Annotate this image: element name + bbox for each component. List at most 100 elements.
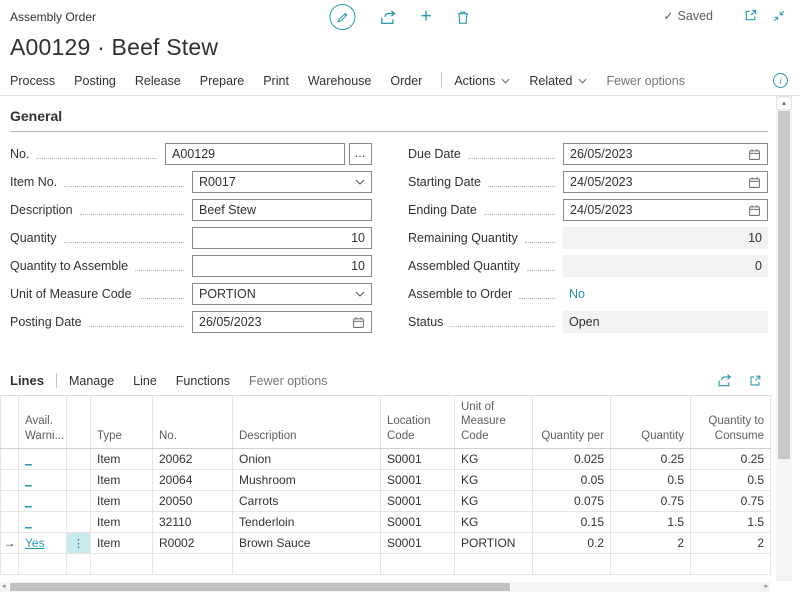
horizontal-scrollbar[interactable]: ◂ ▸ [0,582,770,592]
header-type[interactable]: Type [91,396,153,449]
row-menu-cell[interactable] [67,554,91,575]
no-cell[interactable]: 20050 [153,491,233,512]
no-cell[interactable]: 32110 [153,512,233,533]
quantity-per-cell[interactable] [533,554,611,575]
lines-share-button[interactable] [717,373,732,388]
chevron-down-icon[interactable] [355,291,365,297]
chevron-down-icon[interactable] [355,179,365,185]
lines-menu-line[interactable]: Line [133,374,157,388]
quantity-to-consume-cell[interactable]: 0.75 [691,491,771,512]
header-quantity[interactable]: Quantity [611,396,691,449]
info-icon[interactable]: i [773,73,788,88]
no-cell[interactable] [153,554,233,575]
menu-item-print[interactable]: Print [263,74,289,88]
related-dropdown[interactable]: Related [529,74,587,88]
quantity-cell[interactable]: 0.25 [611,449,691,470]
assemble-to-order-link[interactable]: No [569,287,585,301]
menu-item-order[interactable]: Order [390,74,422,88]
calendar-icon[interactable] [748,204,761,217]
type-cell[interactable]: Item [91,512,153,533]
share-button[interactable] [379,9,396,26]
quantity-to-assemble-input[interactable] [199,259,365,273]
lines-open-in-window-button[interactable] [748,373,762,388]
posting-date-input[interactable] [199,315,352,329]
no-input[interactable] [172,147,338,161]
row-menu-cell[interactable] [67,512,91,533]
type-cell[interactable] [91,554,153,575]
avail-warning-cell[interactable]: _ [19,491,67,512]
quantity-to-consume-cell[interactable]: 0.5 [691,470,771,491]
lines-fewer-options-button[interactable]: Fewer options [249,374,328,388]
quantity-cell[interactable]: 2 [611,533,691,554]
calendar-icon[interactable] [748,148,761,161]
description-cell[interactable]: Mushroom [233,470,381,491]
calendar-icon[interactable] [748,176,761,189]
starting-date-input[interactable] [570,175,748,189]
horizontal-scrollbar-thumb[interactable] [10,583,510,591]
row-menu-cell[interactable] [67,491,91,512]
location-code-cell[interactable]: S0001 [381,491,455,512]
menu-item-process[interactable]: Process [10,74,55,88]
header-no[interactable]: No. [153,396,233,449]
delete-button[interactable] [456,10,471,25]
quantity-per-cell[interactable]: 0.05 [533,470,611,491]
header-unit-of-measure-code[interactable]: Unit of Measure Code [455,396,533,449]
quantity-cell[interactable]: 0.75 [611,491,691,512]
quantity-to-consume-cell[interactable]: 1.5 [691,512,771,533]
uom-cell[interactable]: KG [455,491,533,512]
quantity-to-consume-cell[interactable] [691,554,771,575]
minimize-page-button[interactable] [772,9,786,23]
menu-item-prepare[interactable]: Prepare [200,74,244,88]
type-cell[interactable]: Item [91,491,153,512]
quantity-to-consume-cell[interactable]: 0.25 [691,449,771,470]
open-in-window-button[interactable] [743,8,758,23]
row-menu-cell[interactable]: ⋮ [67,533,91,554]
quantity-per-cell[interactable]: 0.075 [533,491,611,512]
fewer-options-button[interactable]: Fewer options [606,74,685,88]
description-cell[interactable]: Carrots [233,491,381,512]
header-avail-warning[interactable]: Avail. Warni... [19,396,67,449]
location-code-cell[interactable] [381,554,455,575]
avail-warning-cell[interactable]: _ [19,512,67,533]
avail-warning-cell[interactable] [19,554,67,575]
type-cell[interactable]: Item [91,533,153,554]
uom-cell[interactable]: KG [455,449,533,470]
description-cell[interactable]: Tenderloin [233,512,381,533]
description-cell[interactable] [233,554,381,575]
menu-item-warehouse[interactable]: Warehouse [308,74,371,88]
location-code-cell[interactable]: S0001 [381,512,455,533]
unit-of-measure-input[interactable] [199,287,355,301]
description-cell[interactable]: Onion [233,449,381,470]
description-input[interactable] [199,203,365,217]
uom-cell[interactable]: KG [455,470,533,491]
menu-item-posting[interactable]: Posting [74,74,116,88]
avail-warning-cell[interactable]: _ [19,470,67,491]
vertical-scrollbar-thumb[interactable] [778,111,790,459]
calendar-icon[interactable] [352,316,365,329]
uom-cell[interactable] [455,554,533,575]
lines-menu-functions[interactable]: Functions [176,374,230,388]
avail-warning-cell[interactable]: Yes [19,533,67,554]
lines-menu-manage[interactable]: Manage [69,374,114,388]
quantity-cell[interactable]: 1.5 [611,512,691,533]
vertical-scrollbar[interactable]: ▴ [776,96,792,581]
quantity-per-cell[interactable]: 0.2 [533,533,611,554]
new-button[interactable]: + [420,6,431,28]
quantity-cell[interactable] [611,554,691,575]
no-cell[interactable]: 20064 [153,470,233,491]
description-cell[interactable]: Brown Sauce [233,533,381,554]
row-menu-cell[interactable] [67,470,91,491]
quantity-to-consume-cell[interactable]: 2 [691,533,771,554]
row-menu-cell[interactable] [67,449,91,470]
actions-dropdown[interactable]: Actions [454,74,510,88]
menu-item-release[interactable]: Release [135,74,181,88]
assist-edit-button[interactable]: … [349,143,372,165]
scroll-up-icon[interactable]: ▴ [776,96,792,110]
quantity-input[interactable] [199,231,365,245]
item-no-input[interactable] [199,175,355,189]
quantity-per-cell[interactable]: 0.15 [533,512,611,533]
header-location-code[interactable]: Location Code [381,396,455,449]
uom-cell[interactable]: KG [455,512,533,533]
type-cell[interactable]: Item [91,449,153,470]
no-cell[interactable]: R0002 [153,533,233,554]
